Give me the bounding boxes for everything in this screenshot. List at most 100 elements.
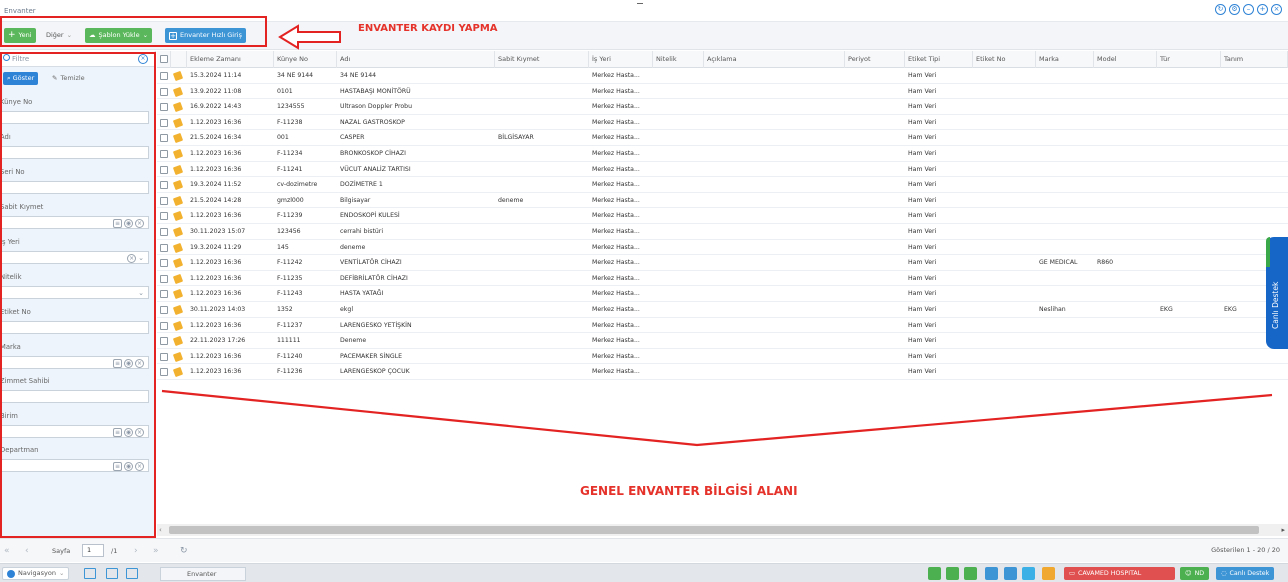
gear-icon[interactable]: ⚙: [1229, 4, 1240, 15]
edit-icon[interactable]: [172, 211, 184, 222]
edit-icon[interactable]: [172, 70, 184, 82]
scroll-right-icon[interactable]: ▸: [1281, 524, 1285, 536]
row-checkbox[interactable]: [160, 134, 168, 143]
row-checkbox[interactable]: [160, 243, 168, 252]
row-checkbox[interactable]: [160, 368, 168, 377]
table-row[interactable]: 21.5.2024 16:34 001 CASPER BİLGİSAYAR Merkez…: [157, 130, 1288, 146]
table-row[interactable]: 1.12.2023 16:36 F-11235 DEFİBRİLATÖR CİHAZ…: [157, 271, 1288, 287]
scroll-left-icon[interactable]: ‹: [159, 524, 162, 536]
edit-icon[interactable]: [172, 164, 184, 175]
row-checkbox[interactable]: [160, 337, 168, 346]
prev-page-icon[interactable]: ‹: [25, 545, 29, 557]
taskbar-tab-envanter[interactable]: Envanter: [160, 567, 246, 581]
table-row[interactable]: 19.3.2024 11:29 145 deneme Merkez Hasta... H…: [157, 240, 1288, 256]
row-checkbox[interactable]: [160, 228, 168, 236]
edit-icon[interactable]: [172, 304, 184, 316]
next-page-icon[interactable]: ›: [134, 545, 138, 557]
column-header-etiket-no[interactable]: Etiket No: [973, 51, 1036, 68]
column-header-model[interactable]: Model: [1094, 51, 1157, 68]
column-header-kunye-no[interactable]: Künye No: [274, 51, 337, 68]
row-checkbox[interactable]: [160, 352, 168, 361]
row-checkbox[interactable]: [160, 181, 168, 190]
scrollbar-thumb[interactable]: [169, 526, 1259, 534]
first-page-icon[interactable]: «: [4, 545, 10, 557]
table-row[interactable]: 19.3.2024 11:52 cv-dozimetre DOZİMETRE 1 Me…: [157, 177, 1288, 193]
edit-icon[interactable]: [172, 367, 184, 378]
row-checkbox[interactable]: [160, 196, 168, 205]
row-checkbox[interactable]: [160, 87, 168, 96]
column-header-checkbox[interactable]: [157, 51, 171, 68]
camera-icon[interactable]: [964, 567, 977, 580]
column-header-etiket-tipi[interactable]: Etiket Tipi: [905, 51, 973, 68]
check-icon[interactable]: [1004, 567, 1017, 580]
layout-list-icon[interactable]: [84, 568, 96, 579]
edit-icon[interactable]: [172, 273, 184, 284]
refresh-icon[interactable]: ↻: [180, 545, 188, 557]
table-row[interactable]: 1.12.2023 16:36 F-11240 PACEMAKER SİNGLE Me…: [157, 349, 1288, 365]
live-support-tab[interactable]: Canlı Destek: [1266, 237, 1288, 349]
column-header-nitelik[interactable]: Nitelik: [653, 51, 704, 68]
row-checkbox[interactable]: [160, 118, 168, 127]
close-icon[interactable]: ×: [1271, 4, 1282, 15]
table-row[interactable]: 21.5.2024 14:28 gmzl000 Bilgisayar deneme Me…: [157, 193, 1288, 209]
row-checkbox[interactable]: [160, 212, 168, 221]
user-button[interactable]: ☺ ND: [1180, 567, 1210, 580]
table-row[interactable]: 15.3.2024 11:14 34 NE 9144 34 NE 9144 Merke…: [157, 68, 1288, 84]
column-header-sabit-kiymet[interactable]: Sabit Kıymet: [495, 51, 589, 68]
column-header-tanim[interactable]: Tanım: [1221, 51, 1288, 68]
window-icon[interactable]: [1022, 567, 1035, 580]
row-checkbox[interactable]: [160, 306, 168, 314]
table-row[interactable]: 22.11.2023 17:26 111111 Deneme Merkez Hasta…: [157, 333, 1288, 349]
table-row[interactable]: 1.12.2023 16:36 F-11234 BRONKOSKOP CİHAZI M…: [157, 146, 1288, 162]
maximize-icon[interactable]: +: [1257, 4, 1268, 15]
chart-icon[interactable]: [946, 567, 959, 580]
edit-icon[interactable]: [172, 226, 184, 238]
last-page-icon[interactable]: »: [153, 545, 159, 557]
column-header-periyot[interactable]: Periyot: [845, 51, 905, 68]
support-button[interactable]: ◌ Canlı Destek: [1216, 567, 1275, 580]
table-row[interactable]: 1.12.2023 16:36 F-11237 LARENGESKO YETİŞKİ…: [157, 318, 1288, 334]
edit-icon[interactable]: [172, 86, 184, 97]
column-header-is-yeri[interactable]: İş Yeri: [589, 51, 653, 68]
table-row[interactable]: 1.12.2023 16:36 F-11238 NAZAL GASTROSKOP Me…: [157, 115, 1288, 131]
column-header-ekleme-zamani[interactable]: Ekleme Zamanı: [187, 51, 274, 68]
edit-icon[interactable]: [172, 180, 184, 191]
table-row[interactable]: 1.12.2023 16:36 F-11239 ENDOSKOPİ KULESİ Me…: [157, 208, 1288, 224]
table-row[interactable]: 1.12.2023 16:36 F-11241 VÜCUT ANALİZ TARTI…: [157, 162, 1288, 178]
table-row[interactable]: 1.12.2023 16:36 F-11236 LARENGESKOP ÇOCUK M…: [157, 364, 1288, 380]
navigation-button[interactable]: Navigasyon ⌄: [2, 567, 70, 580]
row-checkbox[interactable]: [160, 103, 168, 112]
table-row[interactable]: 30.11.2023 14:03 1352 ekgl Merkez Hasta... H…: [157, 302, 1288, 318]
page-input[interactable]: 1: [82, 544, 104, 557]
edit-icon[interactable]: [172, 336, 184, 347]
table-row[interactable]: 30.11.2023 15:07 123456 cerrahi bistüri Mer…: [157, 224, 1288, 240]
column-header-tur[interactable]: Tür: [1157, 51, 1221, 68]
minimize-icon[interactable]: –: [1243, 4, 1254, 15]
column-header-aciklama[interactable]: Açıklama: [704, 51, 845, 68]
row-checkbox[interactable]: [160, 290, 168, 299]
edit-icon[interactable]: [172, 320, 184, 331]
column-header-edit[interactable]: [171, 51, 187, 68]
row-checkbox[interactable]: [160, 274, 168, 283]
refresh-icon[interactable]: [928, 567, 941, 580]
table-row[interactable]: 13.9.2022 11:08 0101 HASTABAŞI MONİTÖRÜ Mer…: [157, 84, 1288, 100]
row-checkbox[interactable]: [160, 321, 168, 330]
edit-icon[interactable]: [172, 117, 184, 128]
table-row[interactable]: 1.12.2023 16:36 F-11242 VENTİLATÖR CİHAZI M…: [157, 255, 1288, 271]
row-checkbox[interactable]: [160, 259, 168, 268]
edit-icon[interactable]: [172, 289, 184, 300]
hospital-button[interactable]: ▭ CAVAMED HOSPITAL: [1064, 567, 1175, 580]
table-row[interactable]: 16.9.2022 14:43 1234555 Ultrason Doppler P…: [157, 99, 1288, 115]
row-checkbox[interactable]: [160, 150, 168, 158]
edit-icon[interactable]: [172, 133, 184, 144]
layout-tabs-icon[interactable]: [126, 568, 138, 579]
column-header-marka[interactable]: Marka: [1036, 51, 1094, 68]
row-checkbox[interactable]: [160, 165, 168, 174]
column-header-adi[interactable]: Adı: [337, 51, 495, 68]
edit-icon[interactable]: [172, 242, 184, 253]
edit-icon[interactable]: [172, 195, 184, 206]
edit-icon[interactable]: [172, 351, 184, 362]
edit-icon[interactable]: [172, 102, 184, 113]
edit-icon[interactable]: [172, 258, 184, 269]
table-row[interactable]: 1.12.2023 16:36 F-11243 HASTA YATAĞI Merkez…: [157, 286, 1288, 302]
